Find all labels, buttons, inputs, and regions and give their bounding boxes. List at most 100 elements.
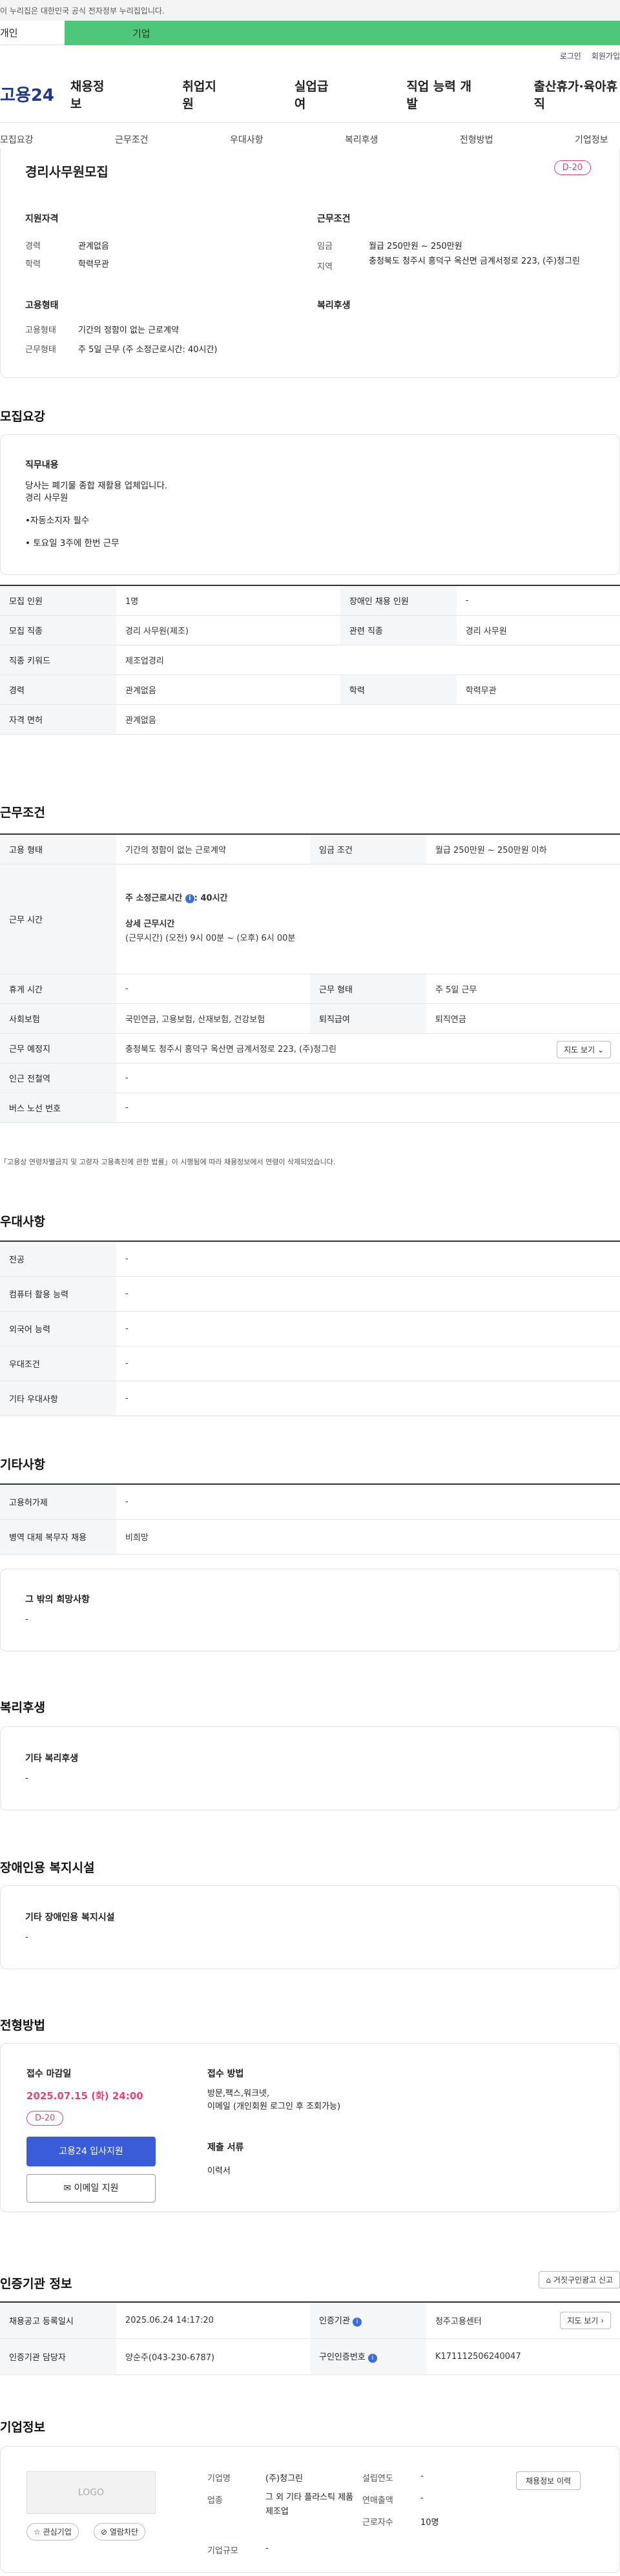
- table-row: 인증기관 담당자 양순주(043-230-6787) 구인인증번호 i K1711…: [0, 2338, 620, 2375]
- career-label: 경력: [25, 242, 41, 251]
- table-row: 전공 -: [0, 1241, 620, 1277]
- work-section-title: 근무조건: [0, 806, 45, 820]
- company-card: LOGO ☆ 관심기업 ⊘ 열람차단 기업명 (주)청그린 업종 그 외 기타 …: [0, 2446, 620, 2573]
- hours-value: 주 5일 근무 (주 소정근로시간: 40시간): [78, 345, 218, 355]
- chevron-down-icon: ⌄: [597, 1045, 604, 1054]
- table-row: 외국어 능력 -: [0, 1311, 620, 1346]
- job-title: 경리사무원모집: [25, 164, 108, 180]
- company-logo: LOGO: [26, 2471, 156, 2514]
- apply-dday-badge: D-20: [26, 2111, 64, 2126]
- map-button[interactable]: 지도 보기 ⌄: [557, 1040, 611, 1058]
- etc-table: 고용허가제 - 병역 대체 복무자 채용 비희망: [0, 1483, 620, 1555]
- area-label: 지역: [317, 262, 333, 272]
- table-row: 고용 형태 기간의 정함이 없는 근로계약 임금 조건 월급 250만원 ~ 250…: [0, 833, 620, 864]
- pref-table: 전공 - 컴퓨터 활용 능력 - 외국어 능력 - 우대조건 - 기타 우대사항 -: [0, 1241, 620, 1416]
- type-value: 기간의 정함이 없는 근로계약: [78, 326, 179, 335]
- snb-welfare[interactable]: 복리후생: [345, 133, 378, 146]
- table-row: 병역 대체 복무자 채용 비희망: [0, 1519, 620, 1555]
- snb-pref[interactable]: 우대사항: [230, 133, 264, 146]
- welfare-card: 기타 복리후생 -: [0, 1726, 620, 1810]
- wage-value: 월급 250만원 ~ 250만원: [369, 242, 462, 251]
- table-row: 인근 전철역 -: [0, 1063, 620, 1093]
- table-row: 경력 관계없음 학력 학력무관: [0, 675, 620, 705]
- site-logo[interactable]: 고용24: [0, 82, 70, 106]
- dday-badge: D-20: [553, 160, 591, 175]
- age-note: 「고용상 연령차별금지 및 고령자 고용촉진에 관한 법률」이 시행됨에 따라 …: [0, 1158, 336, 1166]
- info-icon[interactable]: i: [367, 2354, 377, 2363]
- table-row: 버스 노선 번호 -: [0, 1093, 620, 1123]
- login-link[interactable]: 로그인: [560, 50, 581, 61]
- tab-business[interactable]: 기업: [65, 21, 620, 45]
- mode-bar: 개인 기업: [0, 21, 620, 45]
- other-wish-card: 그 밖의 희망사항 -: [0, 1569, 620, 1651]
- recruit-table: 모집 인원 1명 장애인 채용 인원 - 모집 직종 경리 사무원(제조) 관련 직종…: [0, 585, 620, 735]
- etc-section-title: 기타사항: [0, 1458, 45, 1472]
- agency-section-title: 인증기관 정보: [0, 2277, 72, 2291]
- deadline: 2025.07.15 (화) 24:00: [26, 2090, 143, 2102]
- join-link[interactable]: 회원가입: [592, 50, 620, 61]
- global-nav: 고용24 채용정보 취업지원 실업급여 직업 능력 개발 출산휴가·육아휴직: [0, 66, 620, 123]
- report-button[interactable]: ⌂ 거짓구인광고 신고: [539, 2271, 620, 2288]
- qual-title: 지원자격: [25, 214, 59, 224]
- apply-card: 접수 마감일 2025.07.15 (화) 24:00 D-20 고용24 입사…: [0, 2043, 620, 2212]
- table-row: 컴퓨터 활용 능력 -: [0, 1276, 620, 1312]
- welfare-title: 복리후생: [317, 300, 351, 311]
- wage-label: 임금: [317, 242, 333, 251]
- util-bar: 로그인 회원가입: [0, 45, 620, 66]
- gnb-item-employment-support[interactable]: 취업지원: [182, 77, 223, 112]
- gnb-item-unemployment[interactable]: 실업급여: [294, 77, 335, 112]
- star-icon: ☆: [34, 2528, 41, 2537]
- block-icon: ⊘: [101, 2528, 108, 2537]
- hours-label: 근무형태: [25, 345, 56, 355]
- apply-button[interactable]: 고용24 입사지원: [26, 2137, 156, 2166]
- table-row: 휴게 시간 - 근무 형태 주 5일 근무: [0, 974, 620, 1004]
- disabled-section-title: 장애인용 복지시설: [0, 1861, 95, 1875]
- gnb-item-leave[interactable]: 출산휴가·육아휴직: [534, 77, 620, 112]
- table-row: 채용공고 등록일시 2025.06.24 14:17:20 인증기관 i 청주고용…: [0, 2301, 620, 2339]
- area-value: 충청북도 청주시 흥덕구 옥산면 금계서정로 223, (주)청그린: [369, 257, 581, 266]
- snb-recruit[interactable]: 모집요강: [0, 133, 34, 146]
- duty-card: 직무내용 당사는 폐기물 종합 재활용 업체입니다. 경리 사무원 •자동소지자…: [0, 434, 620, 575]
- table-row: 근무 예정지 충청북도 청주시 흥덕구 옥산면 금계서정로 223, (주)청그…: [0, 1033, 620, 1063]
- mail-icon: ✉: [63, 2183, 72, 2194]
- chevron-right-icon: ›: [601, 2316, 604, 2325]
- gnb-item-training[interactable]: 직업 능력 개발: [406, 77, 475, 112]
- pref-section-title: 우대사항: [0, 1215, 45, 1229]
- agency-table: 채용공고 등록일시 2025.06.24 14:17:20 인증기관 i 청주고용…: [0, 2301, 620, 2375]
- email-apply-button[interactable]: ✉ 이메일 지원: [26, 2174, 156, 2203]
- gov-banner: 이 누리집은 대한민국 공식 전자정부 누리집입니다.: [0, 0, 620, 21]
- table-row: 모집 직종 경리 사무원(제조) 관련 직종 경리 사무원: [0, 615, 620, 645]
- snb-work[interactable]: 근무조건: [115, 133, 149, 146]
- snb-company[interactable]: 기업정보: [575, 133, 608, 146]
- info-icon[interactable]: i: [352, 2318, 362, 2327]
- welfare-section-title: 복리후생: [0, 1701, 45, 1715]
- work-title: 근무조건: [317, 214, 351, 224]
- table-row: 자격 면허 관계없음: [0, 704, 620, 735]
- table-row: 사회보험 국민연금, 고용보험, 산재보험, 건강보험 퇴직급여 퇴직연금: [0, 1003, 620, 1034]
- edu-value: 학력무관: [78, 260, 109, 269]
- tab-personal[interactable]: 개인: [0, 21, 65, 45]
- work-table: 고용 형태 기간의 정함이 없는 근로계약 임금 조건 월급 250만원 ~ 250…: [0, 833, 620, 1123]
- table-row: 우대조건 -: [0, 1346, 620, 1381]
- table-row: 기타 우대사항 -: [0, 1381, 620, 1416]
- apply-section-title: 전형방법: [0, 2018, 45, 2033]
- block-button[interactable]: ⊘ 열람차단: [94, 2523, 146, 2540]
- favorite-button[interactable]: ☆ 관심기업: [26, 2523, 79, 2540]
- gnb-item-jobs[interactable]: 채용정보: [70, 77, 111, 112]
- table-row: 고용허가제 -: [0, 1483, 620, 1520]
- duty-content: 당사는 폐기물 종합 재활용 업체입니다. 경리 사무원 •자동소지자 필수 •…: [25, 481, 168, 549]
- career-value: 관계없음: [78, 242, 109, 251]
- duty-title: 직무내용: [25, 460, 59, 470]
- recruit-section-title: 모집요강: [0, 410, 45, 424]
- snb-apply[interactable]: 전형방법: [460, 133, 493, 146]
- history-button[interactable]: 채용정보 이력: [516, 2471, 581, 2490]
- info-icon[interactable]: i: [185, 894, 194, 903]
- table-row: 모집 인원 1명 장애인 채용 인원 -: [0, 585, 620, 616]
- table-row: 직종 키워드 제조업경리: [0, 645, 620, 675]
- disabled-card: 기타 장애인용 복지시설 -: [0, 1885, 620, 1969]
- agency-map-button[interactable]: 지도 보기 ›: [560, 2312, 611, 2329]
- summary-card: 경리사무원모집 D-20 지원자격 경력 관계없음 학력 학력무관 근무조건 임…: [0, 149, 620, 378]
- edu-label: 학력: [25, 260, 41, 269]
- gov-banner-text: 이 누리집은 대한민국 공식 전자정부 누리집입니다.: [0, 6, 165, 16]
- emp-title: 고용형태: [25, 300, 59, 311]
